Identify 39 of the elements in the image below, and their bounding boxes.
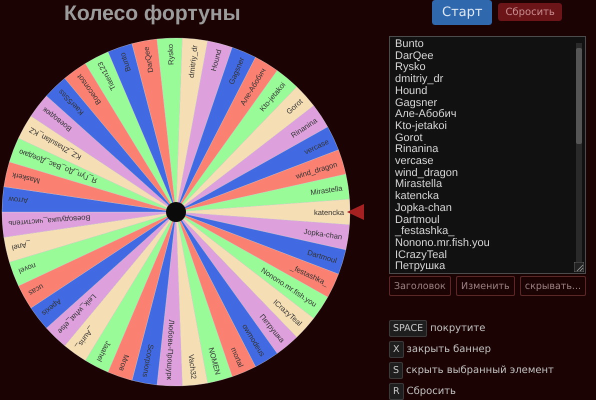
list-button[interactable]: Изменить [456,276,515,296]
key-label: SPACE [389,320,428,337]
entry-line: _festashka_ [395,226,456,238]
key-label: R [389,383,404,400]
entry-line: katencka [395,191,440,203]
entry-line: vercase [395,156,435,168]
entry-line: Але-Абобич [395,109,458,121]
entry-line: Rinanina [395,144,440,156]
pointer-icon [347,204,364,220]
entry-line: Kto-jetakoi [395,120,448,133]
entry-line: Hound [395,86,428,98]
entry-line: Gagsner [395,98,438,109]
list-button[interactable]: Заголовок [389,276,451,296]
shortcut-label: закрыть баннер [406,344,492,355]
reset-button[interactable]: Сбросить [498,3,562,21]
start-button[interactable]: Старт [432,0,492,25]
shortcut-label: скрыть выбранный элемент [406,365,554,376]
entry-line: DarQee [395,50,435,62]
key-label: S [389,362,404,379]
resize-handle-icon[interactable] [574,262,584,272]
entry-line: Петрушка [395,261,446,273]
shortcut-label: Сбросить [406,386,456,397]
page-title: Колесо фортуны [64,1,242,24]
entry-line: Mirastella [395,179,443,191]
scrollbar-icon[interactable] [576,43,582,263]
entry-line: dmitriy_dr [395,74,444,86]
shortcut-label: покрутите [430,323,486,334]
entry-line: Dartmoul [395,214,441,226]
wheel-hub [166,202,186,222]
entry-line: Nonono.mr.fish.you [395,238,491,250]
entry-line: Rysko [395,62,426,74]
entry-line: Gorot [395,132,424,144]
list-button[interactable]: скрывать... [520,276,586,296]
key-label: X [389,341,404,358]
entry-line: Jopka-chan [395,202,453,215]
entry-line: Bunto [395,39,425,51]
entries-field[interactable]: Bunto DarQee Rysko dmitriy_dr Hound Gagsner Але-Абобич Kto-jetakoi Gorot Rinanina vercase wind_dragon Mirastella katencka Jopka-chan Dartmoul _festashka_ Nonono.mr.fish.you ICrazyTeal Петрушка [389,36,586,274]
entry-line: wind_dragon [395,168,459,180]
entry-line: ICrazyTeal [395,250,448,262]
